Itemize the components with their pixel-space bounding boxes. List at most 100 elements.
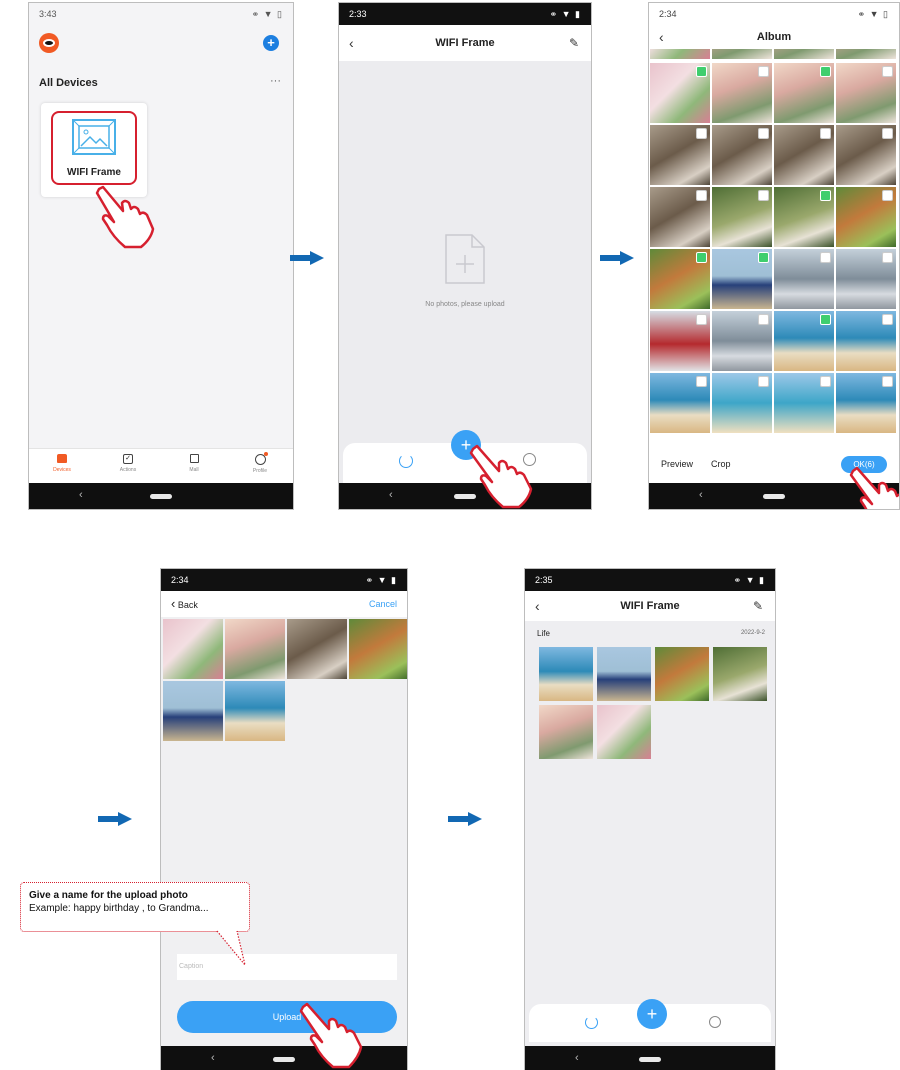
tab-mall[interactable]: Mall	[161, 449, 227, 483]
selected-photo[interactable]	[225, 619, 285, 679]
select-checkbox[interactable]	[758, 376, 769, 387]
selected-photo[interactable]	[349, 619, 407, 679]
back-button[interactable]: ‹ Back	[171, 596, 198, 611]
more-menu-button[interactable]: ···	[270, 75, 281, 87]
album-photo[interactable]	[650, 125, 710, 185]
caption-input[interactable]: Caption	[177, 954, 397, 980]
nav-back-icon[interactable]: ‹	[211, 1052, 215, 1064]
album-photo[interactable]	[650, 249, 710, 309]
selected-photo[interactable]	[225, 681, 285, 741]
album-photo[interactable]	[774, 187, 834, 247]
nav-home-icon[interactable]	[639, 1057, 661, 1062]
app-logo[interactable]	[39, 33, 59, 53]
add-device-button[interactable]: +	[263, 35, 279, 51]
album-photo[interactable]	[774, 49, 834, 59]
select-checkbox[interactable]	[820, 128, 831, 139]
select-checkbox[interactable]	[758, 314, 769, 325]
select-checkbox[interactable]	[696, 190, 707, 201]
album-photo[interactable]	[712, 49, 772, 59]
select-checkbox[interactable]	[758, 66, 769, 77]
back-label: Back	[177, 600, 198, 610]
frame-photo[interactable]	[713, 647, 767, 701]
select-checkbox[interactable]	[758, 190, 769, 201]
album-photo[interactable]	[774, 311, 834, 371]
select-checkbox[interactable]	[882, 128, 893, 139]
select-checkbox[interactable]	[882, 376, 893, 387]
back-icon[interactable]: ‹	[659, 29, 664, 45]
album-photo[interactable]	[836, 125, 896, 185]
select-checkbox[interactable]	[882, 66, 893, 77]
back-icon[interactable]: ‹	[535, 598, 540, 614]
album-photo[interactable]	[650, 311, 710, 371]
power-icon[interactable]	[585, 1016, 598, 1029]
bottom-tab-bar: Devices ✓ Actions Mall Profile	[29, 448, 293, 483]
edit-icon[interactable]: ✎	[753, 599, 763, 613]
power-icon[interactable]	[399, 454, 413, 468]
status-time: 3:43	[39, 9, 57, 19]
frame-photo[interactable]	[539, 647, 593, 701]
album-photo[interactable]	[836, 63, 896, 123]
album-photo[interactable]	[774, 63, 834, 123]
select-checkbox[interactable]	[696, 66, 707, 77]
selected-photo[interactable]	[163, 681, 223, 741]
album-photo[interactable]	[650, 63, 710, 123]
select-checkbox[interactable]	[820, 314, 831, 325]
album-photo[interactable]	[712, 249, 772, 309]
album-photo[interactable]	[712, 373, 772, 433]
screen-album: 2:34 ⚭ ▼ ▯ ‹ Album Preview Crop OK(6) ‹	[648, 2, 900, 510]
crop-button[interactable]: Crop	[711, 459, 731, 469]
select-checkbox[interactable]	[882, 252, 893, 263]
clock-icon[interactable]	[709, 1016, 721, 1028]
select-checkbox[interactable]	[696, 128, 707, 139]
nav-home-icon[interactable]	[150, 494, 172, 499]
select-checkbox[interactable]	[882, 190, 893, 201]
album-photo[interactable]	[836, 187, 896, 247]
cancel-button[interactable]: Cancel	[369, 599, 397, 609]
select-checkbox[interactable]	[696, 252, 707, 263]
nav-back-icon[interactable]: ‹	[699, 489, 703, 501]
nav-home-icon[interactable]	[273, 1057, 295, 1062]
select-checkbox[interactable]	[820, 66, 831, 77]
nav-back-icon[interactable]: ‹	[389, 489, 393, 501]
album-photo[interactable]	[774, 249, 834, 309]
status-icons: ⚭ ▼ ▮	[365, 574, 397, 585]
edit-icon[interactable]: ✎	[569, 36, 579, 50]
frame-photo[interactable]	[597, 647, 651, 701]
select-checkbox[interactable]	[696, 314, 707, 325]
add-photo-button[interactable]: +	[637, 999, 667, 1029]
nav-home-icon[interactable]	[763, 494, 785, 499]
album-photo[interactable]	[650, 187, 710, 247]
select-checkbox[interactable]	[820, 376, 831, 387]
album-photo[interactable]	[712, 125, 772, 185]
preview-button[interactable]: Preview	[661, 459, 693, 469]
select-checkbox[interactable]	[820, 252, 831, 263]
frame-photo[interactable]	[597, 705, 651, 759]
select-checkbox[interactable]	[820, 190, 831, 201]
back-icon[interactable]: ‹	[349, 35, 354, 51]
album-photo[interactable]	[836, 373, 896, 433]
album-photo[interactable]	[774, 373, 834, 433]
album-photo[interactable]	[774, 125, 834, 185]
select-checkbox[interactable]	[696, 376, 707, 387]
tab-devices[interactable]: Devices	[29, 449, 95, 483]
header: ‹ WIFI Frame ✎	[339, 25, 591, 61]
album-photo[interactable]	[836, 249, 896, 309]
album-photo[interactable]	[836, 311, 896, 371]
select-checkbox[interactable]	[758, 128, 769, 139]
select-checkbox[interactable]	[758, 252, 769, 263]
tab-profile[interactable]: Profile	[227, 449, 293, 483]
album-photo[interactable]	[650, 373, 710, 433]
frame-photo[interactable]	[655, 647, 709, 701]
nav-back-icon[interactable]: ‹	[79, 489, 83, 501]
album-photo[interactable]	[712, 63, 772, 123]
select-checkbox[interactable]	[882, 314, 893, 325]
album-photo[interactable]	[836, 49, 896, 59]
album-photo[interactable]	[712, 187, 772, 247]
album-photo[interactable]	[712, 311, 772, 371]
frame-photo[interactable]	[539, 705, 593, 759]
nav-back-icon[interactable]: ‹	[575, 1052, 579, 1064]
selected-photo[interactable]	[163, 619, 223, 679]
selected-photo[interactable]	[287, 619, 347, 679]
tab-actions[interactable]: ✓ Actions	[95, 449, 161, 483]
album-photo[interactable]	[650, 49, 710, 59]
